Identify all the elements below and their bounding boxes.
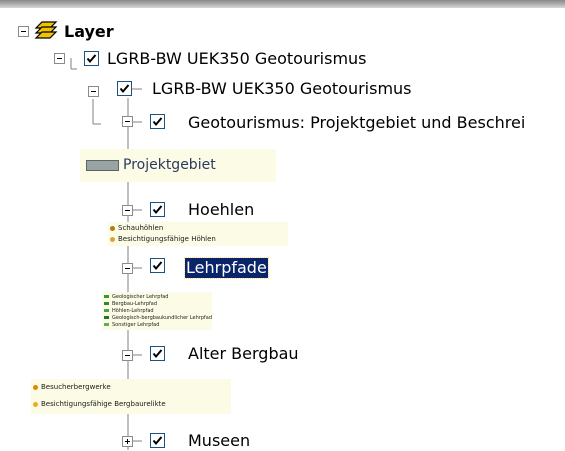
legend-row: Sonstiger Lehrpfad	[104, 322, 159, 329]
legend-row: Höhlen-Lehrpfad	[104, 308, 154, 315]
tree-root-label[interactable]: Layer	[64, 22, 114, 42]
trail-line-icon	[104, 316, 109, 319]
collapse-toggle[interactable]	[122, 205, 133, 216]
collapse-toggle[interactable]	[122, 350, 133, 361]
legend-entry: Höhlen-Lehrpfad	[112, 308, 154, 314]
legend-row: Bergbau-Lehrpfad	[104, 301, 157, 308]
trail-line-icon	[104, 309, 109, 312]
legend-entry: Projektgebiet	[123, 157, 216, 173]
legend-row: Geologisch-bergbaukundlicher Lehrpfad	[104, 315, 212, 322]
legend-entry: Geologischer Lehrpfad	[112, 294, 169, 300]
collapse-toggle[interactable]	[54, 53, 65, 64]
layer-checkbox[interactable]	[150, 433, 165, 448]
mine-marker-icon	[33, 401, 38, 407]
service-layer-label[interactable]: LGRB-BW UEK350 Geotourismus	[107, 49, 367, 69]
legend-entry: Besichtigungsfähige Bergbaurelikte	[41, 400, 166, 408]
legend-entry: Besichtigungsfähige Höhlen	[118, 235, 216, 243]
bergbau-layer-label[interactable]: Alter Bergbau	[188, 344, 299, 364]
legend-entry: Bergbau-Lehrpfad	[112, 301, 158, 307]
layer-checkbox[interactable]	[117, 81, 132, 96]
mine-marker-icon	[33, 384, 38, 390]
collapse-toggle[interactable]	[88, 86, 99, 97]
layer-checkbox[interactable]	[150, 258, 165, 273]
lehrpfade-legend: Geologischer Lehrpfad Bergbau-Lehrpfad H…	[102, 292, 212, 330]
collapse-toggle[interactable]	[122, 116, 133, 127]
projektgebiet-swatch	[86, 160, 119, 171]
group-layer-label[interactable]: LGRB-BW UEK350 Geotourismus	[152, 79, 412, 99]
trail-line-icon	[104, 295, 109, 298]
collapse-toggle[interactable]	[122, 263, 133, 274]
trail-line-icon	[104, 302, 109, 305]
legend-row: Schauhöhlen	[110, 224, 163, 233]
layer-checkbox[interactable]	[84, 51, 99, 66]
cave-marker-icon	[110, 225, 115, 231]
collapse-toggle[interactable]	[18, 26, 29, 37]
expand-toggle[interactable]	[122, 436, 133, 447]
layer-stack-icon	[34, 20, 58, 46]
layer-checkbox[interactable]	[150, 114, 165, 129]
bergbau-legend: Besucherbergwerke Besichtigungsfähige Be…	[31, 379, 231, 414]
layer-checkbox[interactable]	[150, 202, 165, 217]
legend-entry: Schauhöhlen	[118, 224, 164, 232]
legend-row: Besichtigungsfähige Höhlen	[110, 235, 216, 244]
trail-line-icon	[104, 323, 109, 326]
hoehlen-layer-label[interactable]: Hoehlen	[188, 200, 254, 220]
legend-entry: Besucherbergwerke	[41, 383, 111, 391]
legend-entry: Sonstiger Lehrpfad	[112, 322, 160, 328]
window-top-edge	[0, 0, 565, 8]
hoehlen-legend: Schauhöhlen Besichtigungsfähige Höhlen	[108, 222, 288, 246]
projektgebiet-legend: Projektgebiet	[80, 149, 276, 182]
cave-marker-icon	[110, 236, 115, 242]
museen-layer-label[interactable]: Museen	[188, 431, 250, 451]
legend-row: Besucherbergwerke	[33, 383, 111, 392]
legend-entry: Geologisch-bergbaukundlicher Lehrpfad	[112, 315, 212, 321]
projektgebiet-layer-label[interactable]: Geotourismus: Projektgebiet und Beschrei	[188, 113, 525, 133]
legend-row: Geologischer Lehrpfad	[104, 294, 168, 301]
layer-checkbox[interactable]	[150, 346, 165, 361]
legend-row: Besichtigungsfähige Bergbaurelikte	[33, 400, 166, 409]
lehrpfade-layer-label[interactable]: Lehrpfade	[184, 257, 269, 279]
